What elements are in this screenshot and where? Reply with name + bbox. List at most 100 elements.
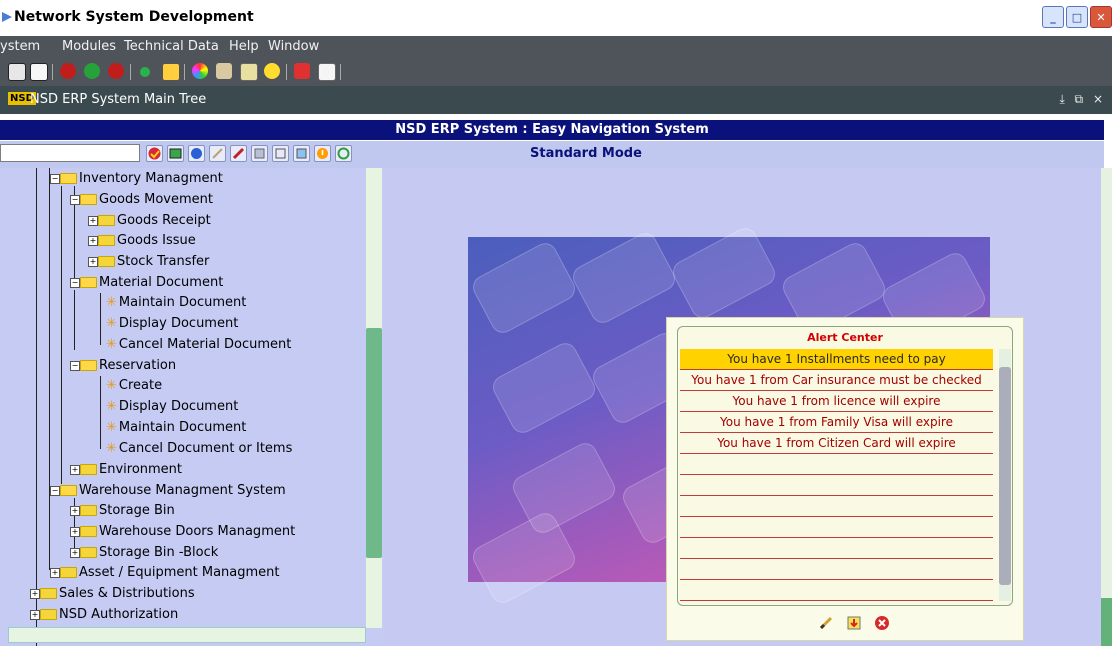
refresh-icon[interactable] [188, 145, 205, 162]
folder-icon [40, 588, 57, 599]
inner-window-controls[interactable]: ⤓ ⧉ × [1059, 92, 1106, 107]
folder-icon [80, 547, 97, 558]
calculator-icon[interactable] [240, 63, 258, 81]
window-icon[interactable] [272, 145, 289, 162]
exit-icon[interactable] [294, 63, 310, 79]
alert-row[interactable]: You have 1 from Car insurance must be ch… [680, 370, 993, 391]
scrollbar-thumb[interactable] [366, 328, 382, 558]
alert-row[interactable]: You have 1 Installments need to pay [680, 349, 993, 370]
menu-modules[interactable]: Modules [62, 39, 116, 54]
tree-node-goods-issue[interactable]: + Goods Issue [88, 232, 196, 250]
folder-icon [80, 464, 97, 475]
tree-node-reservation[interactable]: − Reservation [70, 357, 176, 375]
color-wheel-icon[interactable] [192, 63, 208, 79]
tree-node-goods-movement[interactable]: − Goods Movement [70, 191, 213, 209]
save-icon[interactable] [8, 63, 26, 81]
leaf-node-icon: ✳ [106, 441, 117, 456]
tool-icon[interactable] [209, 145, 226, 162]
previous-record-icon[interactable] [84, 63, 100, 79]
alert-center-panel: Alert Center You have 1 Installments nee… [666, 317, 1024, 641]
menu-bar: ystem Modules Technical Data Help Window [0, 36, 1112, 58]
next-record-icon[interactable] [108, 63, 124, 79]
folder-open-icon [60, 173, 77, 184]
alert-row[interactable]: You have 1 from Citizen Card will expire [680, 433, 993, 454]
reload-icon[interactable] [335, 145, 352, 162]
alert-list-box: Alert Center You have 1 Installments nee… [677, 326, 1013, 606]
search-input[interactable] [0, 144, 140, 162]
menu-window[interactable]: Window [268, 39, 319, 54]
tree-node-storage-bin[interactable]: + Storage Bin [70, 502, 175, 520]
monitor-icon[interactable] [162, 63, 180, 81]
tree-node-asset-equipment[interactable]: + Asset / Equipment Managment [50, 564, 280, 582]
tree-node-sales-distributions[interactable]: + Sales & Distributions [30, 585, 195, 603]
tree-node-goods-receipt[interactable]: + Goods Receipt [88, 212, 211, 230]
inner-window-title-bar[interactable]: NSD NSD ERP System Main Tree ⤓ ⧉ × [0, 86, 1112, 114]
screen-icon[interactable] [167, 145, 184, 162]
tree-node-material-document[interactable]: − Material Document [70, 274, 223, 292]
empty-alert-row[interactable] [680, 475, 993, 496]
navigation-tree: − Inventory Managment − Goods Movement + Go… [0, 168, 384, 646]
alert-scrollbar[interactable] [999, 349, 1011, 601]
toolbar [0, 58, 1112, 86]
menu-system[interactable]: ystem [0, 39, 40, 54]
folder-icon [98, 215, 115, 226]
empty-alert-row[interactable] [680, 454, 993, 475]
menu-technical-data[interactable]: Technical Data [124, 39, 219, 54]
content-vertical-scrollbar[interactable] [1101, 168, 1112, 646]
menu-help[interactable]: Help [229, 39, 259, 54]
report-icon[interactable] [318, 63, 336, 81]
folder-icon [98, 256, 115, 267]
leaf-node-icon: ✳ [106, 420, 117, 435]
new-document-icon[interactable] [30, 63, 48, 81]
tree-node-warehouse-managment-system[interactable]: − Warehouse Managment System [50, 482, 286, 500]
tools-icon[interactable] [216, 63, 232, 79]
tree-node-create[interactable]: ✳ Create [106, 377, 162, 395]
close-icon[interactable] [873, 614, 891, 632]
tree-node-cancel-material-document[interactable]: ✳ Cancel Material Document [106, 336, 291, 354]
empty-alert-row[interactable] [680, 517, 993, 538]
tree-node-maintain-document[interactable]: ✳ Maintain Document [106, 294, 246, 312]
download-icon[interactable] [845, 614, 863, 632]
tree-node-nsd-authorization[interactable]: + NSD Authorization [30, 606, 178, 624]
tree-node-storage-bin-block[interactable]: + Storage Bin -Block [70, 544, 218, 562]
grid-icon[interactable] [251, 145, 268, 162]
tree-node-cancel-document-or-items[interactable]: ✳ Cancel Document or Items [106, 440, 292, 458]
pen-icon[interactable] [230, 145, 247, 162]
leaf-node-icon: ✳ [106, 378, 117, 393]
tree-node-display-document[interactable]: ✳ Display Document [106, 315, 238, 333]
scrollbar-thumb[interactable] [999, 367, 1011, 585]
minimize-button[interactable]: _ [1042, 6, 1064, 28]
tree-vertical-scrollbar[interactable] [366, 168, 382, 628]
close-button[interactable]: ✕ [1090, 6, 1112, 28]
alert-row[interactable]: You have 1 from licence will expire [680, 391, 993, 412]
tree-node-reservation-maintain-document[interactable]: ✳ Maintain Document [106, 419, 246, 437]
leaf-node-icon: ✳ [106, 399, 117, 414]
folder-icon [98, 235, 115, 246]
empty-alert-row[interactable] [680, 496, 993, 517]
picture-icon[interactable] [293, 145, 310, 162]
help-icon[interactable] [264, 63, 280, 79]
tree-node-inventory[interactable]: − Inventory Managment [50, 170, 223, 188]
empty-alert-row[interactable] [680, 580, 993, 601]
folder-open-icon [80, 360, 97, 371]
alert-row[interactable]: You have 1 from Family Visa will expire [680, 412, 993, 433]
tree-node-stock-transfer[interactable]: + Stock Transfer [88, 253, 209, 271]
leaf-node-icon: ✳ [106, 337, 117, 352]
folder-icon [40, 609, 57, 620]
tree-node-reservation-display-document[interactable]: ✳ Display Document [106, 398, 238, 416]
window-title-bar[interactable]: Network System Development _ □ ✕ [0, 3, 1112, 33]
tree-node-environment[interactable]: + Environment [70, 461, 182, 479]
tree-node-warehouse-doors[interactable]: + Warehouse Doors Managment [70, 523, 295, 541]
status-strip [0, 646, 1112, 662]
inner-window-title: NSD ERP System Main Tree [30, 92, 207, 107]
warning-icon[interactable] [314, 145, 331, 162]
empty-alert-row[interactable] [680, 559, 993, 580]
edit-icon[interactable] [817, 614, 835, 632]
maximize-button[interactable]: □ [1066, 6, 1088, 28]
empty-alert-row[interactable] [680, 538, 993, 559]
green-dot-icon[interactable] [140, 67, 150, 77]
check-icon[interactable] [146, 145, 163, 162]
tree-horizontal-scrollbar[interactable] [8, 627, 366, 643]
scrollbar-thumb[interactable] [1101, 598, 1112, 646]
first-record-icon[interactable] [60, 63, 76, 79]
